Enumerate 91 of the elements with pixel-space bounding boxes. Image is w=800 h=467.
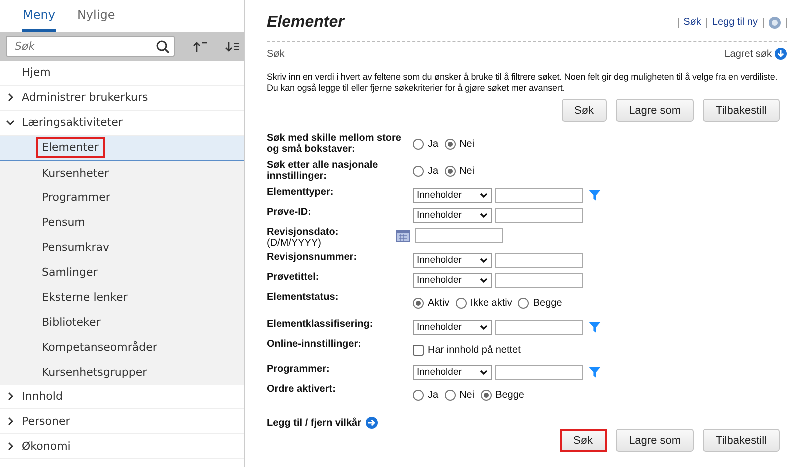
- caret-icon: [480, 258, 488, 264]
- form-button[interactable]: Lagre som: [616, 99, 694, 122]
- radio-button[interactable]: [518, 298, 530, 309]
- search-field[interactable]: Søk: [6, 36, 175, 57]
- field-label: Elementklassifisering:: [267, 319, 374, 330]
- header-link[interactable]: Søk: [684, 17, 702, 28]
- calendar-icon[interactable]: [396, 229, 410, 242]
- radio-button[interactable]: [413, 166, 424, 177]
- text-field[interactable]: [495, 253, 583, 268]
- section-label: Søk: [267, 48, 285, 60]
- menu-item[interactable]: Eksterne lenker: [0, 285, 244, 310]
- instructions-text: Skriv inn en verdi i hvert av feltene som du ønsker å bruke til å filtrere søket. Noen felt gir deg muligheten til å velge fra en verdiliste.: [267, 72, 779, 82]
- field-label: Revisjonsdato:: [267, 227, 339, 238]
- text-field[interactable]: [495, 365, 583, 380]
- radio-button[interactable]: [444, 139, 456, 150]
- menu-item[interactable]: Kursenheter: [0, 160, 244, 186]
- option-label: Ja: [428, 166, 439, 177]
- operator-dropdown[interactable]: Inneholder: [413, 320, 492, 335]
- radio-button[interactable]: [413, 298, 424, 309]
- operator-dropdown[interactable]: Inneholder: [413, 253, 492, 268]
- option-label: Aktiv: [428, 298, 450, 309]
- option-label: Ja: [428, 390, 439, 401]
- field-label: Prøvetittel:: [267, 272, 320, 283]
- radio-button[interactable]: [456, 298, 467, 309]
- menu-item[interactable]: Pensum: [0, 210, 244, 236]
- collapse-all-icon[interactable]: [193, 40, 207, 52]
- filter-icon[interactable]: [589, 367, 601, 378]
- caret-icon: [480, 192, 488, 198]
- arrow-right-icon[interactable]: [366, 417, 378, 429]
- radio-button[interactable]: [413, 390, 424, 401]
- page-title: Elementer: [267, 14, 344, 32]
- field-label: Ordre aktivert:: [267, 384, 336, 395]
- sidebar-tab[interactable]: Nylige: [76, 0, 116, 32]
- option-label: Ja: [428, 139, 439, 150]
- instructions-text: Du kan også legge til eller fjerne søkekriterier for å gjøre søket mer avansert.: [267, 82, 566, 93]
- caret-icon: [480, 278, 488, 284]
- caret-icon: [480, 370, 488, 376]
- menu-item[interactable]: Kursenhetsgrupper: [0, 360, 244, 385]
- field-label: Revisjonsnummer:: [267, 252, 358, 263]
- expand-icon[interactable]: [775, 48, 787, 60]
- form-button[interactable]: Tilbakestill: [703, 99, 780, 122]
- menu-item[interactable]: Elementer: [0, 136, 244, 161]
- operator-dropdown[interactable]: Inneholder: [413, 208, 492, 223]
- field-label: Elementtyper:: [267, 187, 334, 198]
- caret-icon: [480, 324, 488, 330]
- menu-item[interactable]: Kompetanseområder: [0, 334, 244, 360]
- radio-button[interactable]: [444, 390, 456, 401]
- saved-search-link[interactable]: Lagret søk: [724, 48, 772, 60]
- menu-item[interactable]: Samlinger: [0, 260, 244, 286]
- option-label: Begge: [533, 298, 562, 309]
- radio-button[interactable]: [444, 166, 456, 177]
- menu-item[interactable]: Biblioteker: [0, 310, 244, 335]
- search-icon[interactable]: [156, 40, 170, 54]
- field-label: Søk med skille mellom store og små bokstaver:: [267, 133, 402, 155]
- date-format-hint: (D/M/YYYY): [267, 238, 322, 249]
- operator-dropdown[interactable]: Inneholder: [413, 273, 492, 288]
- option-label: Ikke aktiv: [470, 298, 512, 309]
- form-button[interactable]: Søk: [562, 99, 608, 122]
- field-label: Prøve-ID:: [267, 207, 312, 218]
- menu-item[interactable]: Innhold: [0, 384, 244, 410]
- checkbox[interactable]: [413, 345, 424, 356]
- caret-icon: [480, 212, 488, 218]
- field-label: Elementstatus:: [267, 292, 339, 303]
- form-button[interactable]: Søk: [560, 429, 608, 452]
- option-label: Har innhold på nettet: [428, 345, 521, 356]
- menu-item[interactable]: Programmer: [0, 185, 244, 210]
- operator-dropdown[interactable]: Inneholder: [413, 188, 492, 203]
- date-field[interactable]: [415, 228, 503, 243]
- field-label: Online-innstillinger:: [267, 339, 362, 350]
- radio-button[interactable]: [480, 390, 492, 401]
- text-field[interactable]: [495, 188, 583, 203]
- operator-dropdown[interactable]: Inneholder: [413, 365, 492, 380]
- menu-item[interactable]: Pensumkrav: [0, 235, 244, 260]
- sort-list-icon[interactable]: [225, 40, 239, 52]
- option-label: Begge: [496, 390, 524, 401]
- header-link[interactable]: Legg til ny: [712, 17, 758, 28]
- filter-icon[interactable]: [589, 322, 601, 333]
- form-button[interactable]: Lagre som: [616, 429, 694, 452]
- field-label: Programmer:: [267, 364, 330, 375]
- field-label: Søk etter alle nasjonale innstillinger:: [267, 160, 380, 182]
- add-remove-criteria-link[interactable]: Legg til / fjern vilkår: [267, 418, 362, 428]
- option-label: Nei: [460, 139, 475, 150]
- option-label: Nei: [460, 390, 475, 401]
- filter-icon[interactable]: [589, 190, 601, 201]
- radio-button[interactable]: [413, 139, 424, 150]
- option-label: Nei: [460, 166, 475, 177]
- form-button[interactable]: Tilbakestill: [703, 429, 780, 452]
- text-field[interactable]: [495, 320, 583, 335]
- text-field[interactable]: [495, 208, 583, 223]
- help-icon[interactable]: [769, 16, 781, 28]
- text-field[interactable]: [495, 273, 583, 288]
